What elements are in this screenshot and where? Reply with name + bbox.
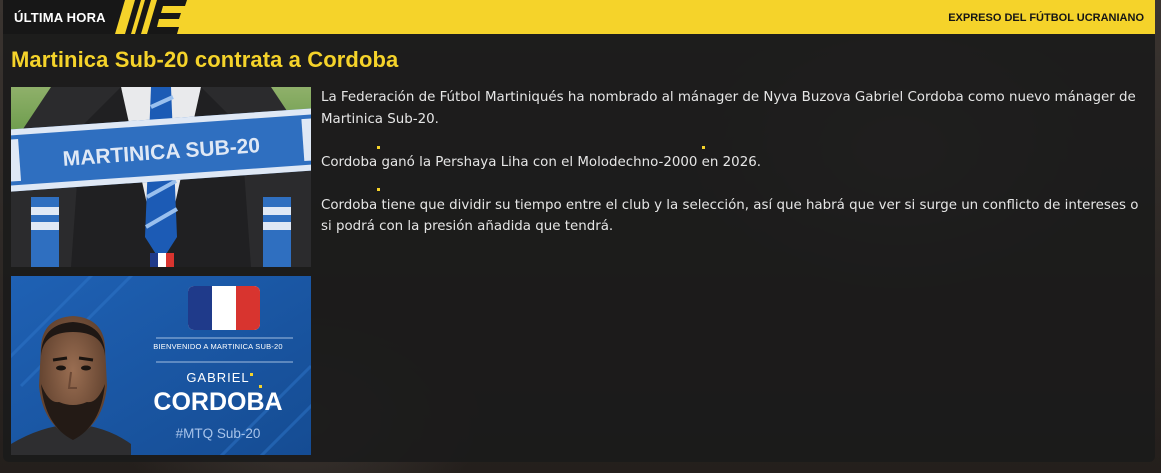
article-paragraph: La Federación de Fútbol Martiniqués ha n…	[321, 90, 1136, 127]
article-paragraph: Cordoba tiene que dividir su tiempo entr…	[321, 197, 1139, 235]
headline: Martinica Sub-20 contrata a Cordoba	[11, 47, 399, 72]
hashtag: #MTQ Sub-20	[175, 426, 261, 441]
news-header-bar: ÚLTIMA HORA EXPRESO DEL FÚTBOL UCRANIANO	[3, 0, 1155, 34]
pocket-flag-icon	[150, 253, 174, 267]
news-panel: ÚLTIMA HORA EXPRESO DEL FÚTBOL UCRANIANO…	[3, 0, 1155, 462]
marker-dot	[377, 188, 380, 191]
marker-dot	[250, 373, 253, 376]
breaking-news-tag: ÚLTIMA HORA	[3, 0, 125, 34]
stripes-logo-icon	[125, 0, 187, 34]
marker-dot	[259, 385, 262, 388]
manager-scarf-image: MARTINICA SUB-20	[11, 87, 311, 267]
article-body: La Federación de Fútbol Martiniqués ha n…	[321, 87, 1151, 259]
manager-first-name: GABRIEL	[186, 370, 250, 385]
news-source: EXPRESO DEL FÚTBOL UCRANIANO	[948, 12, 1144, 24]
manager-last-name: CORDOBA	[153, 388, 283, 416]
welcome-label: BIENVENIDO A MARTINICA SUB-20	[153, 342, 283, 351]
article-paragraph: Cordoba ganó la Pershaya Liha con el Mol…	[321, 154, 761, 170]
marker-dot	[377, 146, 380, 149]
marker-dot	[702, 146, 705, 149]
france-flag-icon	[188, 286, 260, 330]
